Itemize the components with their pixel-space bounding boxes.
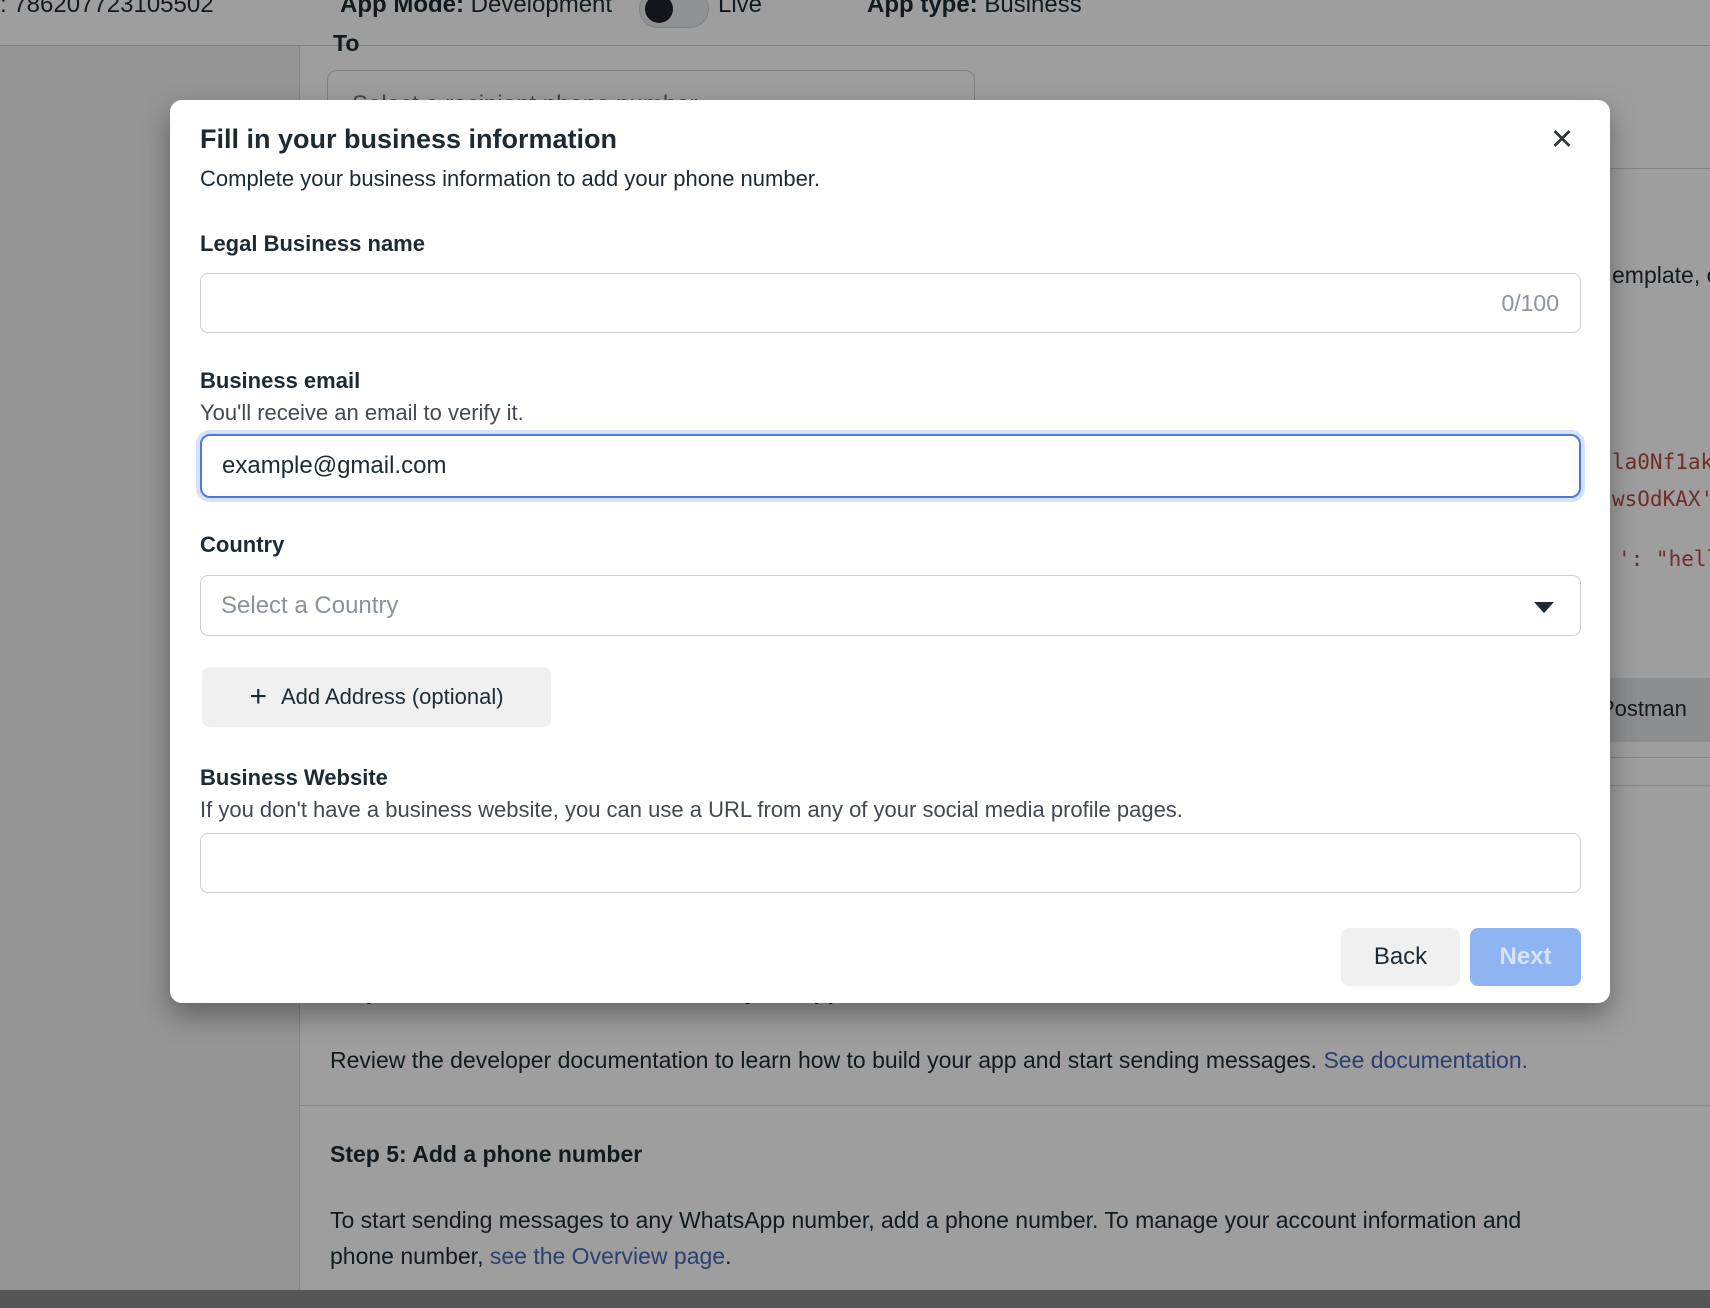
country-label: Country [200,532,284,558]
plus-icon: + [249,682,267,712]
website-helper: If you don't have a business website, yo… [200,797,1183,823]
email-input[interactable] [200,434,1581,498]
website-input[interactable] [200,833,1581,893]
legal-name-input[interactable] [200,273,1581,333]
back-button[interactable]: Back [1341,928,1460,986]
legal-name-label: Legal Business name [200,231,425,257]
email-helper: You'll receive an email to verify it. [200,400,524,426]
email-field-wrap [200,434,1581,498]
dialog-subtitle: Complete your business information to ad… [200,166,820,192]
website-label: Business Website [200,765,388,791]
business-info-dialog: Fill in your business information ✕ Comp… [170,100,1610,1003]
chevron-down-icon [1534,602,1554,613]
add-address-label: Add Address (optional) [281,684,504,710]
website-field-wrap [200,833,1581,893]
char-counter: 0/100 [1501,273,1559,333]
country-select[interactable]: Select a Country [200,575,1581,636]
close-icon[interactable]: ✕ [1544,122,1580,158]
next-button[interactable]: Next [1470,928,1581,986]
dialog-title: Fill in your business information [200,124,617,155]
add-address-button[interactable]: + Add Address (optional) [202,667,551,727]
country-select-placeholder: Select a Country [221,592,398,619]
email-label: Business email [200,368,360,394]
legal-name-field-wrap: 0/100 [200,273,1581,333]
